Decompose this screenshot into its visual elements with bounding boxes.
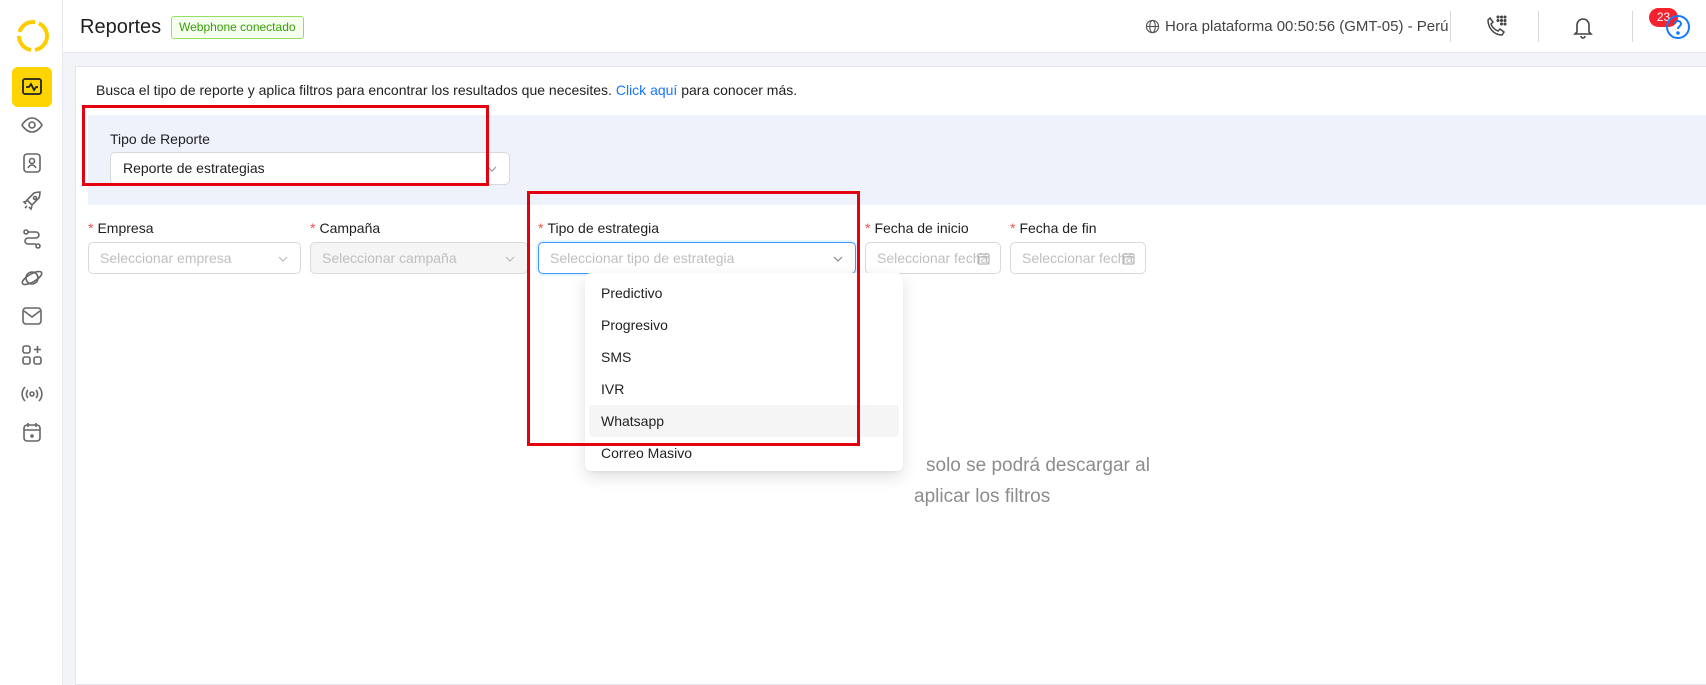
- sidebar-item-mail[interactable]: [12, 296, 52, 336]
- globe-icon: [1145, 19, 1160, 34]
- calendar-icon: [1122, 253, 1135, 265]
- help-icon: [1666, 15, 1690, 39]
- fecha-fin-placeholder: Seleccionar fecha: [1022, 250, 1134, 266]
- intro-text: Busca el tipo de reporte y aplica filtro…: [96, 82, 797, 98]
- contact-card-icon: [23, 153, 41, 173]
- campana-label: * Campaña: [310, 220, 381, 236]
- phone-dialpad-icon: [1487, 15, 1507, 36]
- campana-placeholder: Seleccionar campaña: [322, 250, 457, 266]
- page-title: Reportes: [80, 16, 162, 38]
- clock-text: Hora plataforma 00:50:56 (GMT-05) - Perú: [1165, 18, 1449, 35]
- mail-icon: [22, 307, 42, 325]
- webphone-dialpad-button[interactable]: [1481, 12, 1511, 42]
- calendar-icon: [23, 423, 41, 442]
- sidebar-item-broadcast[interactable]: [12, 374, 52, 414]
- sidebar-item-campaigns[interactable]: [12, 181, 52, 221]
- header-divider: [1450, 11, 1451, 42]
- highlight-box-strategy: [527, 191, 860, 446]
- top-header: Reportes Webphone conectado Hora platafo…: [63, 0, 1706, 53]
- planet-icon: [21, 270, 43, 286]
- fecha-fin-label: * Fecha de fin: [1010, 220, 1097, 236]
- calendar-icon: [977, 253, 990, 265]
- fecha-inicio-label: * Fecha de inicio: [865, 220, 969, 236]
- sidebar-item-reports[interactable]: [12, 67, 52, 107]
- app-logo[interactable]: [15, 18, 51, 54]
- header-divider: [1632, 11, 1633, 42]
- intro-text-end: para conocer más.: [681, 82, 798, 98]
- chart-monitor-icon: [22, 78, 42, 95]
- apps-plus-icon: [22, 345, 42, 365]
- intro-text-start: Busca el tipo de reporte y aplica filtro…: [96, 82, 612, 98]
- rocket-icon: [22, 191, 41, 211]
- reports-card: Busca el tipo de reporte y aplica filtro…: [75, 66, 1706, 685]
- fecha-inicio-picker[interactable]: Seleccionar fecha: [865, 242, 1001, 274]
- empty-state-message: solo se podrá descargar al aplicar los f…: [914, 450, 1194, 512]
- sidebar-item-channels[interactable]: [12, 258, 52, 298]
- route-icon: [23, 229, 41, 249]
- webphone-status-badge: Webphone conectado: [171, 16, 304, 39]
- empresa-select[interactable]: Seleccionar empresa: [88, 242, 301, 274]
- chevron-down-icon: [505, 256, 515, 262]
- sidebar-item-routes[interactable]: [12, 219, 52, 259]
- sidebar-item-monitor[interactable]: [12, 105, 52, 145]
- bell-icon: [1573, 18, 1593, 39]
- fecha-fin-picker[interactable]: Seleccionar fecha: [1010, 242, 1146, 274]
- chevron-down-icon: [278, 256, 288, 262]
- learn-more-link[interactable]: Click aquí: [616, 82, 677, 98]
- broadcast-icon: [21, 386, 43, 402]
- campana-select[interactable]: Seleccionar campaña: [310, 242, 528, 274]
- empty-state-line-2: aplicar los filtros: [914, 486, 1051, 507]
- fecha-inicio-placeholder: Seleccionar fecha: [877, 250, 989, 266]
- empty-state-line-1: solo se podrá descargar al: [926, 455, 1150, 476]
- sidebar-item-contacts[interactable]: [12, 143, 52, 183]
- help-button[interactable]: [1663, 12, 1693, 42]
- eye-icon: [21, 117, 43, 133]
- highlight-box-report-type: [82, 105, 489, 186]
- sidebar: [0, 0, 63, 685]
- platform-clock: Hora plataforma 00:50:56 (GMT-05) - Perú: [1145, 18, 1448, 35]
- sidebar-item-calendar[interactable]: [12, 412, 52, 452]
- header-divider: [1538, 11, 1539, 42]
- sidebar-item-apps[interactable]: [12, 335, 52, 375]
- empresa-label: * Empresa: [88, 220, 154, 236]
- notifications-button[interactable]: [1568, 12, 1598, 42]
- empresa-placeholder: Seleccionar empresa: [100, 250, 232, 266]
